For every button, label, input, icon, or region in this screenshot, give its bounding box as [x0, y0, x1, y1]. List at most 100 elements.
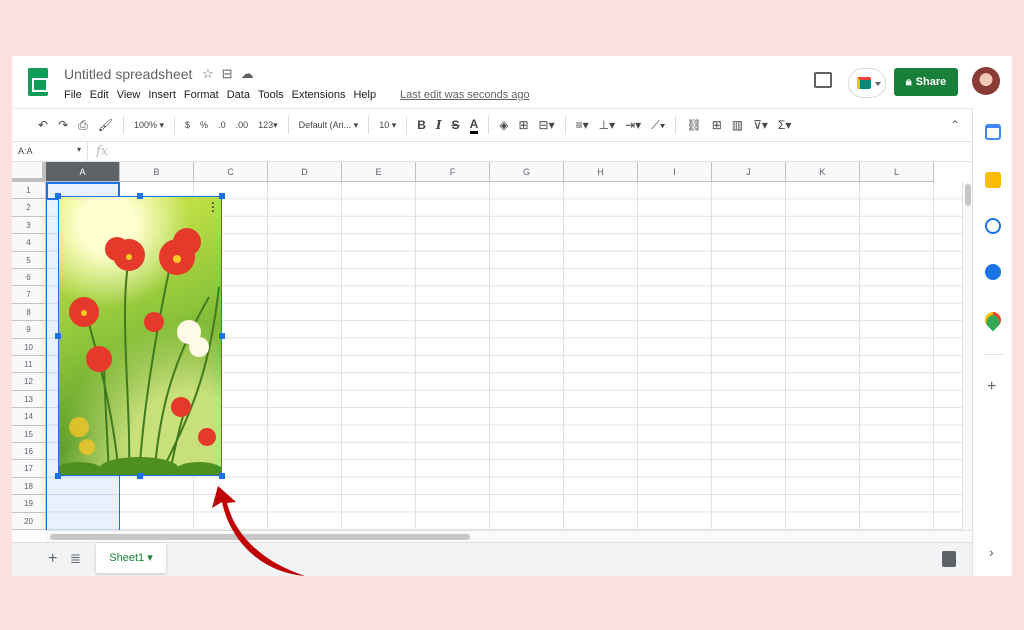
column-header-l[interactable]: L [860, 162, 934, 182]
increase-decimal-button[interactable]: .00 [236, 120, 249, 130]
resize-handle-top-right[interactable] [219, 193, 225, 199]
all-sheets-icon[interactable]: ≣ [70, 551, 81, 567]
row-header-3[interactable]: 3 [12, 216, 46, 235]
resize-handle-bottom-right[interactable] [219, 473, 225, 479]
contacts-icon[interactable] [985, 264, 1001, 280]
meet-button[interactable] [848, 68, 886, 98]
font-select[interactable]: Default (Ari... ▾ [299, 120, 359, 131]
vertical-scrollbar[interactable] [962, 182, 972, 530]
percent-button[interactable]: % [200, 120, 208, 130]
resize-handle-top[interactable] [137, 193, 143, 199]
row-header-5[interactable]: 5 [12, 251, 46, 269]
resize-handle-left[interactable] [55, 333, 61, 339]
chart-icon[interactable]: ▥ [732, 118, 743, 132]
column-header-a[interactable]: A [46, 162, 120, 182]
row-header-6[interactable]: 6 [12, 269, 46, 287]
menu-tools[interactable]: Tools [258, 89, 284, 101]
row-header-13[interactable]: 13 [12, 390, 46, 409]
menu-view[interactable]: View [117, 89, 141, 101]
align-icon[interactable]: ≡▾ [576, 118, 589, 132]
link-icon[interactable]: ⛓︎ [686, 118, 701, 132]
column-header-g[interactable]: G [490, 162, 564, 182]
zoom-select[interactable]: 100% ▾ [134, 120, 164, 131]
row-header-14[interactable]: 14 [12, 408, 46, 426]
share-button[interactable]: 🔒︎ Share [894, 68, 958, 96]
column-header-j[interactable]: J [712, 162, 786, 182]
filter-icon[interactable]: ⊽▾ [753, 118, 768, 132]
menu-help[interactable]: Help [353, 89, 376, 101]
row-header-17[interactable]: 17 [12, 460, 46, 478]
chevron-right-icon[interactable]: › [989, 544, 994, 560]
row-header-16[interactable]: 16 [12, 443, 46, 461]
keep-icon[interactable] [985, 172, 1001, 188]
comment-add-icon[interactable]: ⊞ [712, 118, 722, 132]
explore-icon[interactable] [942, 551, 956, 567]
sheets-logo-icon[interactable] [28, 68, 48, 96]
document-title[interactable]: Untitled spreadsheet [64, 66, 192, 82]
column-header-b[interactable]: B [120, 162, 194, 182]
row-header-10[interactable]: 10 [12, 338, 46, 356]
merge-cells-icon[interactable]: ⊟▾ [539, 118, 555, 132]
print-icon[interactable]: ⎙ [78, 118, 88, 133]
star-icon[interactable]: ☆ [202, 66, 214, 82]
more-formats-button[interactable]: 123▾ [258, 120, 278, 131]
fill-color-icon[interactable]: ◈ [499, 118, 508, 132]
undo-icon[interactable]: ↶ [38, 118, 48, 132]
resize-handle-bottom[interactable] [137, 473, 143, 479]
text-color-button[interactable]: A [469, 117, 479, 134]
maps-icon[interactable] [981, 308, 1005, 332]
bold-button[interactable]: B [417, 118, 426, 132]
row-header-12[interactable]: 12 [12, 373, 46, 391]
sheet-tab[interactable]: Sheet1 ▾ [96, 543, 166, 573]
wrap-icon[interactable]: ⇥▾ [625, 118, 641, 132]
valign-icon[interactable]: ⊥▾ [599, 118, 615, 132]
functions-icon[interactable]: Σ▾ [778, 118, 791, 132]
collapse-toolbar-icon[interactable]: ⌃ [950, 118, 960, 132]
calendar-icon[interactable] [985, 124, 1001, 140]
row-header-1[interactable]: 1 [12, 182, 46, 200]
select-all-corner[interactable] [12, 162, 46, 182]
row-header-19[interactable]: 19 [12, 495, 46, 513]
row-header-18[interactable]: 18 [12, 477, 46, 496]
row-header-4[interactable]: 4 [12, 234, 46, 252]
name-box[interactable]: A:A [12, 142, 88, 162]
comment-icon[interactable] [814, 72, 832, 88]
currency-button[interactable]: $ [185, 120, 190, 130]
borders-icon[interactable]: ⊞ [518, 118, 528, 132]
row-header-8[interactable]: 8 [12, 303, 46, 322]
column-header-c[interactable]: C [194, 162, 268, 182]
cloud-icon[interactable]: ☁ [241, 66, 254, 82]
avatar[interactable] [972, 67, 1000, 95]
font-size-select[interactable]: 10 ▾ [379, 120, 396, 131]
menu-insert[interactable]: Insert [148, 89, 176, 101]
redo-icon[interactable]: ↷ [58, 118, 68, 132]
last-edit-link[interactable]: Last edit was seconds ago [400, 89, 530, 101]
tasks-icon[interactable] [985, 218, 1001, 234]
row-header-15[interactable]: 15 [12, 425, 46, 443]
menu-extensions[interactable]: Extensions [292, 89, 346, 101]
inserted-flower-image[interactable]: · · · [58, 196, 222, 476]
rotate-icon[interactable]: ⟋▾ [651, 118, 665, 133]
row-header-11[interactable]: 11 [12, 356, 46, 374]
decrease-decimal-button[interactable]: .0 [218, 120, 226, 130]
row-header-7[interactable]: 7 [12, 286, 46, 304]
menu-edit[interactable]: Edit [90, 89, 109, 101]
resize-handle-bottom-left[interactable] [55, 473, 61, 479]
menu-file[interactable]: File [64, 89, 82, 101]
plus-icon[interactable]: + [987, 378, 996, 396]
resize-handle-top-left[interactable] [55, 193, 61, 199]
row-header-20[interactable]: 20 [12, 512, 46, 530]
paint-format-icon[interactable]: 🖌︎ [98, 118, 113, 132]
menu-data[interactable]: Data [227, 89, 250, 101]
row-header-9[interactable]: 9 [12, 321, 46, 339]
strikethrough-button[interactable]: S [452, 118, 460, 132]
column-header-i[interactable]: I [638, 162, 712, 182]
more-options-icon[interactable]: · · · [211, 199, 215, 218]
column-header-f[interactable]: F [416, 162, 490, 182]
horizontal-scrollbar[interactable] [46, 530, 972, 542]
column-header-h[interactable]: H [564, 162, 638, 182]
column-header-d[interactable]: D [268, 162, 342, 182]
add-sheet-icon[interactable]: + [48, 550, 57, 568]
column-header-k[interactable]: K [786, 162, 860, 182]
menu-format[interactable]: Format [184, 89, 219, 101]
